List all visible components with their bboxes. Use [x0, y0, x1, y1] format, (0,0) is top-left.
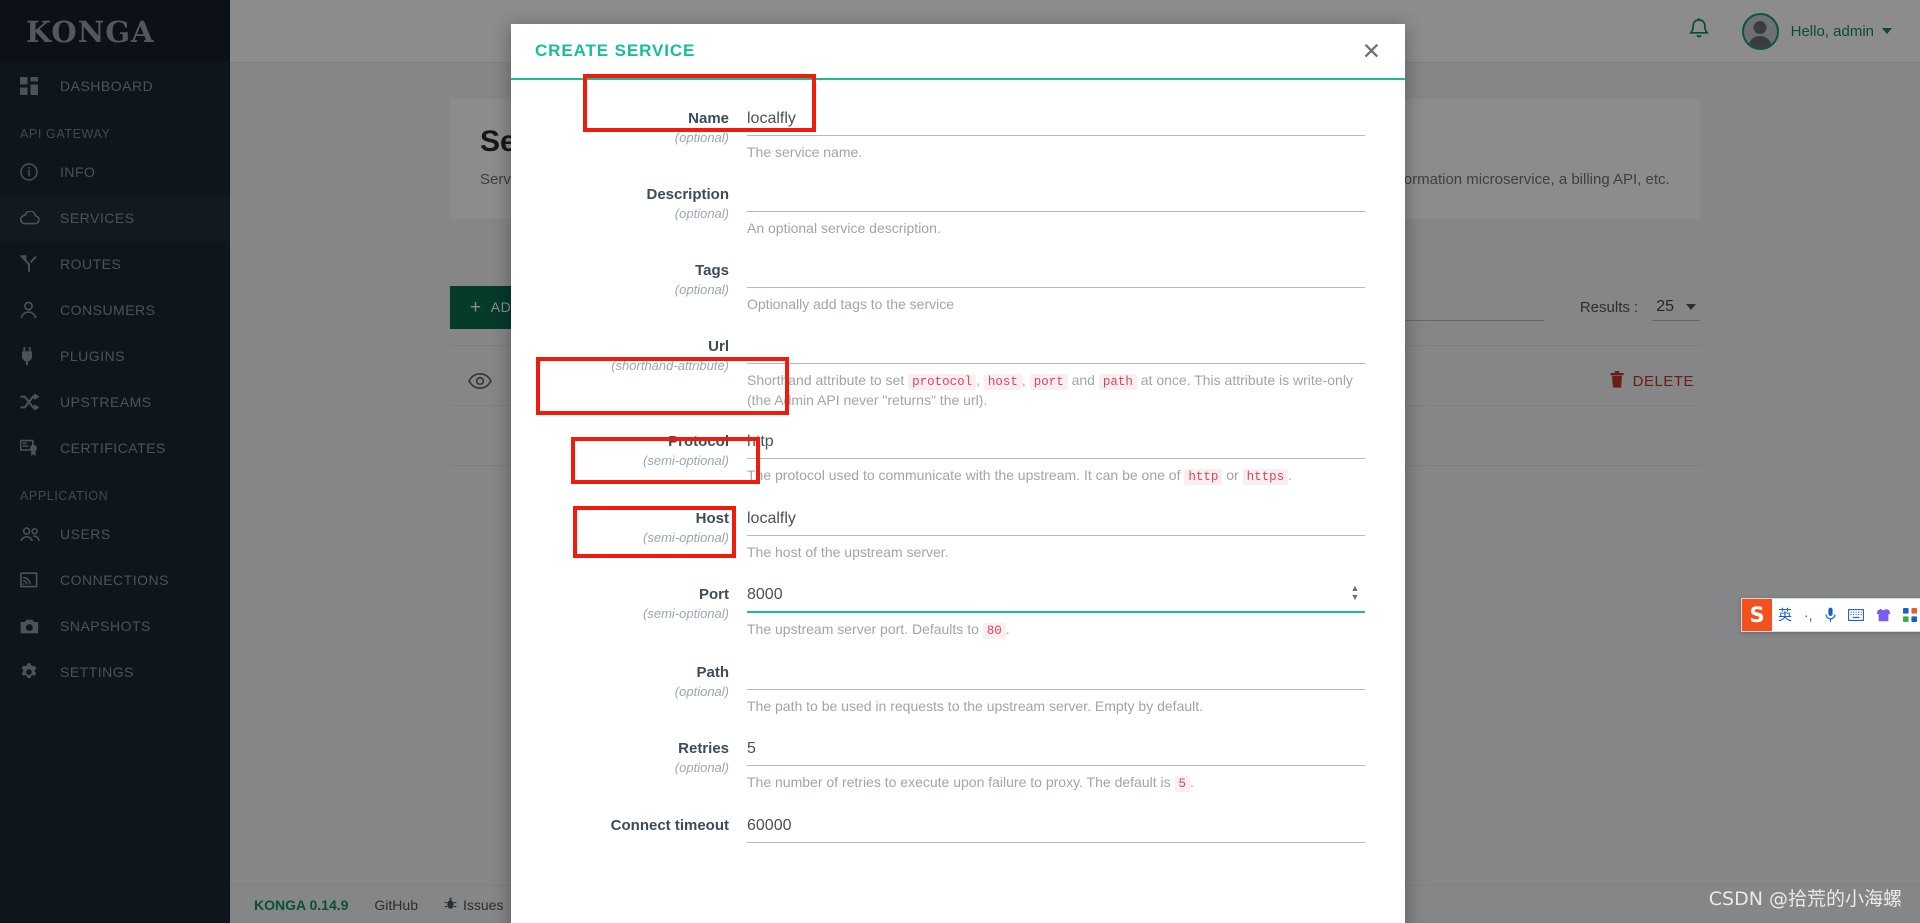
field-qualifier: (optional) [674, 205, 729, 221]
field-help-text: The host of the upstream server. [747, 544, 949, 561]
field-qualifier: (optional) [674, 759, 729, 775]
form-label-col: Protocol (semi-optional) [511, 431, 747, 486]
code-token: port [1029, 373, 1068, 390]
form-label-col: Path (optional) [511, 662, 747, 716]
field-qualifier: (semi-optional) [643, 453, 729, 469]
form-row-port: Port (semi-optional) ▲▼ The upstream server… [511, 584, 1365, 640]
path-input[interactable] [747, 662, 1365, 691]
close-icon[interactable]: ✕ [1362, 39, 1381, 63]
form-label-col: Host (semi-optional) [511, 508, 747, 562]
form-control-col: The host of the upstream server. [747, 508, 1365, 562]
field-help-text: The protocol used to communicate with th… [747, 467, 1293, 486]
field-qualifier: (semi-optional) [643, 530, 729, 546]
ime-language-mode[interactable]: 英 [1772, 605, 1798, 625]
field-help-text: Shorthand attribute to set protocol, hos… [747, 371, 1353, 408]
form-row-tags: Tags (optional) Optionally add tags to the… [511, 259, 1365, 314]
code-token: http [1184, 469, 1223, 486]
field-label: Description [646, 185, 729, 203]
number-stepper[interactable]: ▲ ▼ [1349, 584, 1361, 602]
field-label: Name [688, 110, 729, 127]
modal-title: CREATE SERVICE [535, 41, 696, 60]
field-qualifier: (semi-optional) [643, 606, 729, 622]
form-label-col: Retries (optional) [511, 738, 747, 793]
field-help-text: The path to be used in requests to the u… [747, 698, 1204, 715]
form-label-col: Url (shorthand-attribute) [511, 336, 747, 410]
mic-icon[interactable] [1819, 607, 1842, 623]
form-control-col: An optional service description. [747, 183, 1365, 238]
form-row-host: Host (semi-optional) The host of the upstr… [511, 508, 1365, 562]
form-row-connect-timeout: Connect timeout [511, 814, 1365, 843]
name-input[interactable] [747, 108, 1365, 136]
form-label-col: Description (optional) [511, 184, 747, 238]
field-label: Port [699, 586, 729, 604]
form-label-col: Port (semi-optional) [511, 584, 747, 640]
connect-timeout-input[interactable] [747, 814, 1365, 843]
code-token: 80 [982, 623, 1006, 640]
description-input[interactable] [747, 183, 1365, 212]
form-control-col: Optionally add tags to the service [747, 259, 1365, 314]
form-row-description: Description (optional) An optional service… [511, 183, 1365, 238]
skin-icon[interactable] [1870, 608, 1897, 622]
tags-input[interactable] [747, 259, 1365, 288]
form-row-protocol: Protocol (semi-optional) The protocol used… [511, 431, 1365, 486]
form-control-col [747, 814, 1365, 843]
field-label: Retries [678, 739, 729, 757]
field-label: Url [708, 337, 729, 355]
form-control-col: The path to be used in requests to the u… [747, 662, 1365, 716]
form-label-col: Tags (optional) [511, 260, 747, 314]
form-control-col: Shorthand attribute to set protocol, hos… [747, 335, 1365, 410]
form-row-retries: Retries (optional) The number of retries t… [511, 737, 1365, 793]
form-row-path: Path (optional) The path to be used in req… [511, 662, 1365, 716]
field-label: Connect timeout [610, 816, 729, 834]
form-control-col: The protocol used to communicate with th… [747, 431, 1365, 486]
field-label: Path [696, 664, 729, 682]
code-token: host [983, 373, 1022, 390]
form-control-col: ▲▼ The upstream server port. Defaults to … [747, 584, 1365, 640]
code-token: https [1242, 469, 1289, 486]
field-help-text: The upstream server port. Defaults to 80… [747, 621, 1010, 640]
protocol-input[interactable] [747, 431, 1365, 460]
stepper-down-icon[interactable]: ▼ [1349, 593, 1361, 602]
ime-punctuation-icon[interactable]: ·, [1798, 607, 1819, 623]
sogou-logo-icon[interactable]: S [1742, 599, 1772, 631]
field-qualifier: (optional) [674, 281, 729, 297]
field-help-text: Optionally add tags to the service [747, 295, 955, 312]
form-control-col: The service name. [747, 108, 1365, 162]
modal-body: Name (optional) The service name. Descripti… [511, 80, 1405, 923]
form-label-col: Name (optional) [511, 108, 747, 162]
keyboard-icon[interactable] [1842, 609, 1870, 621]
form-row-name: Name (optional) The service name. [511, 108, 1365, 162]
apps-icon[interactable] [1897, 608, 1920, 622]
code-token: protocol [908, 373, 977, 390]
modal-header: CREATE SERVICE ✕ [511, 24, 1405, 80]
field-qualifier: (optional) [674, 130, 729, 145]
retries-input[interactable] [747, 737, 1365, 766]
csdn-watermark: CSDN @拾荒的小海螺 [1708, 888, 1902, 910]
host-input[interactable] [747, 508, 1365, 537]
code-token: path [1098, 373, 1137, 390]
field-qualifier: (optional) [674, 684, 729, 700]
form-row-url: Url (shorthand-attribute) Shorthand attrib… [511, 335, 1365, 410]
field-label: Host [695, 510, 729, 528]
code-token: 5 [1174, 775, 1191, 792]
field-help-text: The service name. [747, 144, 863, 160]
port-input[interactable] [747, 584, 1365, 614]
field-qualifier: (shorthand-attribute) [611, 357, 729, 373]
field-label: Tags [695, 261, 729, 279]
url-input[interactable] [747, 335, 1365, 364]
form-control-col: The number of retries to execute upon fa… [747, 737, 1365, 793]
field-label: Protocol [668, 433, 729, 451]
form-label-col: Connect timeout [511, 815, 747, 843]
create-service-modal: CREATE SERVICE ✕ Name (optional) The servi… [511, 24, 1405, 923]
field-help-text: An optional service description. [747, 219, 941, 236]
field-help-text: The number of retries to execute upon fa… [747, 773, 1194, 792]
sogou-ime-toolbar: S 英 ·, [1741, 598, 1920, 632]
